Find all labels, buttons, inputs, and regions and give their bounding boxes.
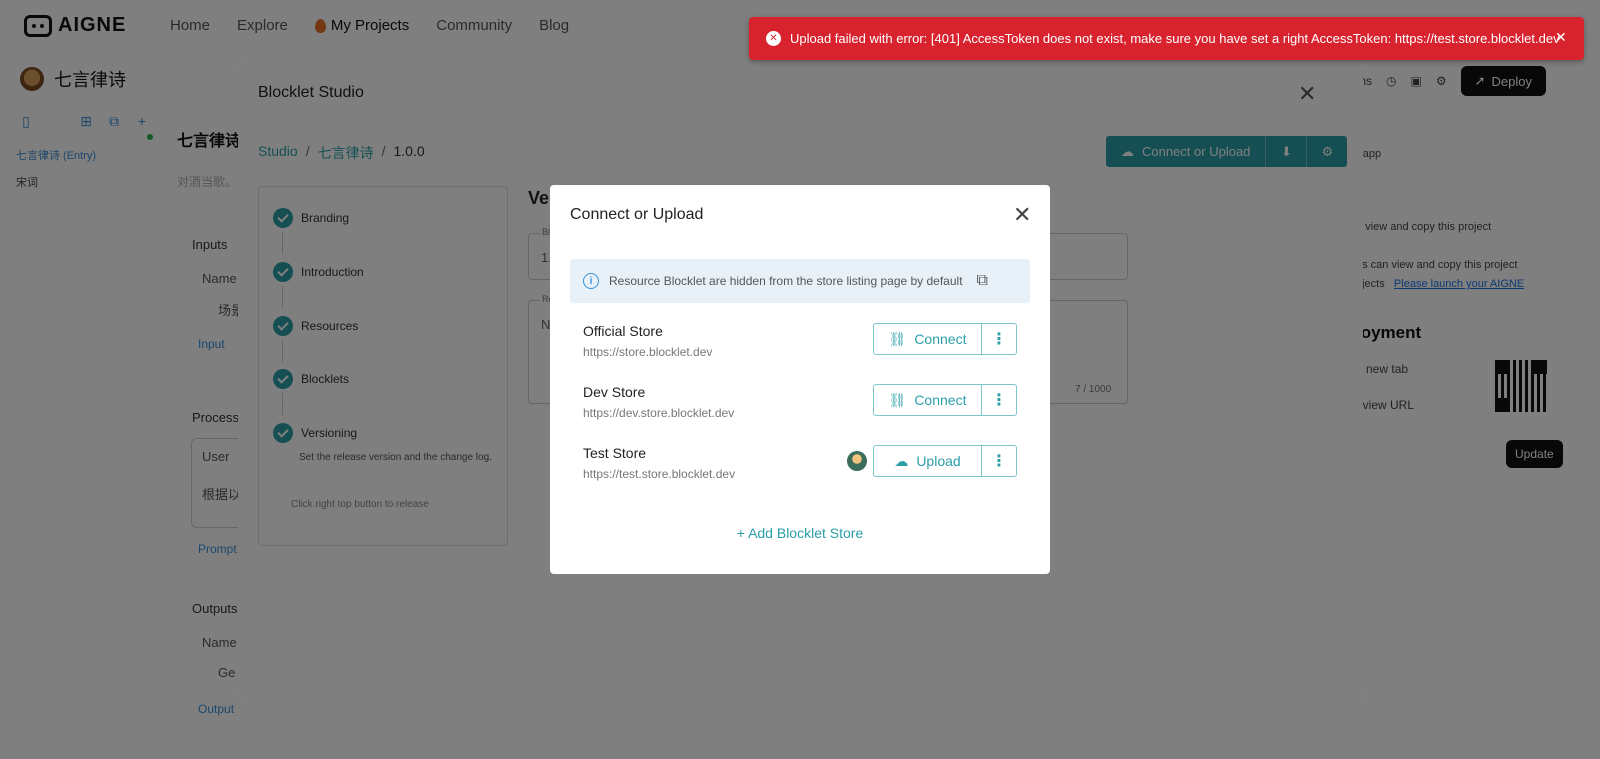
connect-label: Connect	[914, 392, 967, 408]
error-icon: ✕	[766, 31, 781, 46]
store-name: Official Store	[583, 323, 663, 339]
close-icon[interactable]: ✕	[1013, 202, 1031, 228]
error-message: Upload failed with error: [401] AccessTo…	[790, 31, 1560, 46]
info-alert: i Resource Blocklet are hidden from the …	[570, 259, 1030, 303]
store-row-dev: Dev Store https://dev.store.blocklet.dev…	[570, 384, 1030, 428]
more-options-button[interactable]: ⋮	[981, 385, 1016, 415]
store-url: https://test.store.blocklet.dev	[583, 467, 736, 481]
link-icon: ⛓	[888, 330, 907, 347]
store-url: https://store.blocklet.dev	[583, 345, 713, 359]
toast-close-icon[interactable]: ✕	[1555, 29, 1567, 46]
link-icon: ⛓	[888, 391, 907, 408]
upload-button-group: ☁ Upload ⋮	[873, 445, 1017, 477]
store-name: Test Store	[583, 445, 647, 461]
connect-label: Connect	[914, 331, 967, 347]
upload-button[interactable]: ☁ Upload	[874, 446, 981, 476]
store-name: Dev Store	[583, 384, 646, 400]
cloud-upload-icon: ☁	[894, 452, 909, 469]
info-icon: i	[583, 273, 599, 289]
connect-button-group: ⛓ Connect ⋮	[873, 384, 1017, 416]
info-text: Resource Blocklet are hidden from the st…	[609, 274, 963, 288]
more-options-button[interactable]: ⋮	[981, 324, 1016, 354]
upload-label: Upload	[916, 453, 961, 469]
plus-icon: +	[736, 525, 745, 541]
error-toast: ✕ Upload failed with error: [401] Access…	[749, 17, 1584, 60]
connect-button-group: ⛓ Connect ⋮	[873, 323, 1017, 355]
store-row-test: Test Store https://test.store.blocklet.d…	[570, 445, 1030, 489]
connect-button[interactable]: ⛓ Connect	[874, 324, 981, 354]
user-avatar	[847, 451, 867, 471]
more-vertical-icon: ⋮	[991, 331, 1007, 348]
more-vertical-icon: ⋮	[991, 453, 1007, 470]
connect-button[interactable]: ⛓ Connect	[874, 385, 981, 415]
store-url: https://dev.store.blocklet.dev	[583, 406, 735, 420]
dialog-title: Connect or Upload	[570, 206, 704, 223]
external-link-icon[interactable]: ⧉	[977, 272, 988, 290]
store-row-official: Official Store https://store.blocklet.de…	[570, 323, 1030, 367]
connect-or-upload-dialog: Connect or Upload ✕ i Resource Blocklet …	[550, 185, 1050, 574]
more-options-button[interactable]: ⋮	[981, 446, 1016, 476]
add-blocklet-store-button[interactable]: + Add Blocklet Store	[550, 525, 1050, 541]
add-store-label: Add Blocklet Store	[748, 525, 864, 541]
more-vertical-icon: ⋮	[991, 392, 1007, 409]
